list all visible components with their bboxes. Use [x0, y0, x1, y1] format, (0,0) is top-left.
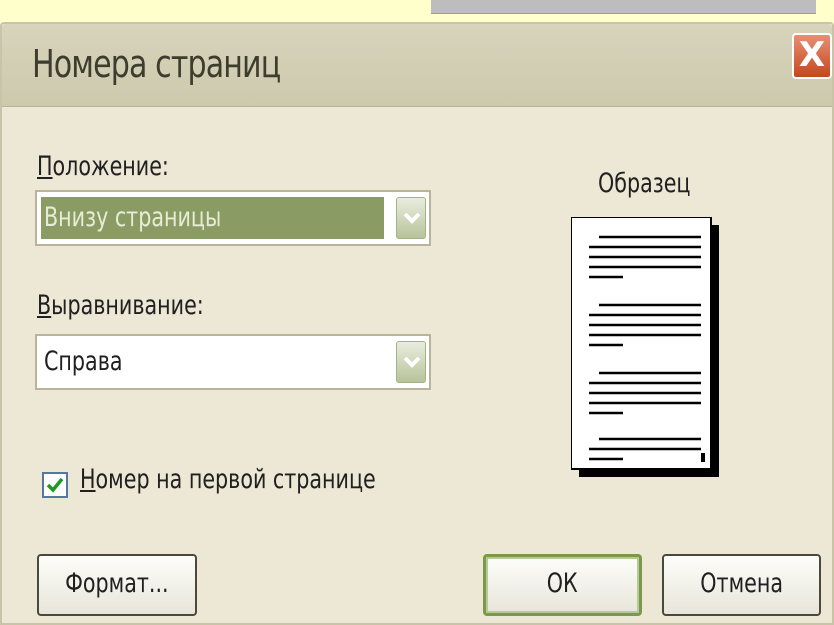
alignment-select[interactable]: Справа [35, 334, 431, 390]
position-label: Положение: [37, 151, 169, 182]
alignment-select-value: Справа [44, 346, 123, 377]
chevron-down-icon [403, 356, 421, 368]
position-select[interactable]: Внизу страницы [35, 190, 431, 246]
alignment-label: Выравнивание: [37, 290, 204, 321]
ok-button[interactable]: ОК [483, 554, 642, 616]
background-toolbar-strip [431, 0, 816, 14]
page-numbers-dialog: Номера страниц X Положение: Внизу страни… [0, 22, 834, 625]
cancel-button[interactable]: Отмена [662, 554, 821, 616]
first-page-number-checkbox[interactable] [42, 472, 68, 498]
close-icon: X [798, 35, 826, 75]
dialog-title: Номера страниц [32, 42, 281, 86]
dialog-titlebar[interactable]: Номера страниц X [2, 24, 832, 107]
first-page-number-label[interactable]: Номер на первой странице [80, 464, 376, 495]
preview-title: Образец [598, 168, 691, 199]
close-button[interactable]: X [792, 33, 832, 79]
position-select-value: Внизу страницы [41, 197, 384, 239]
format-button[interactable]: Формат... [37, 554, 197, 616]
chevron-down-icon [403, 212, 421, 224]
alignment-dropdown-button[interactable] [396, 341, 426, 383]
checkmark-icon [46, 477, 64, 493]
page-preview-icon [571, 217, 719, 477]
position-dropdown-button[interactable] [396, 197, 426, 239]
